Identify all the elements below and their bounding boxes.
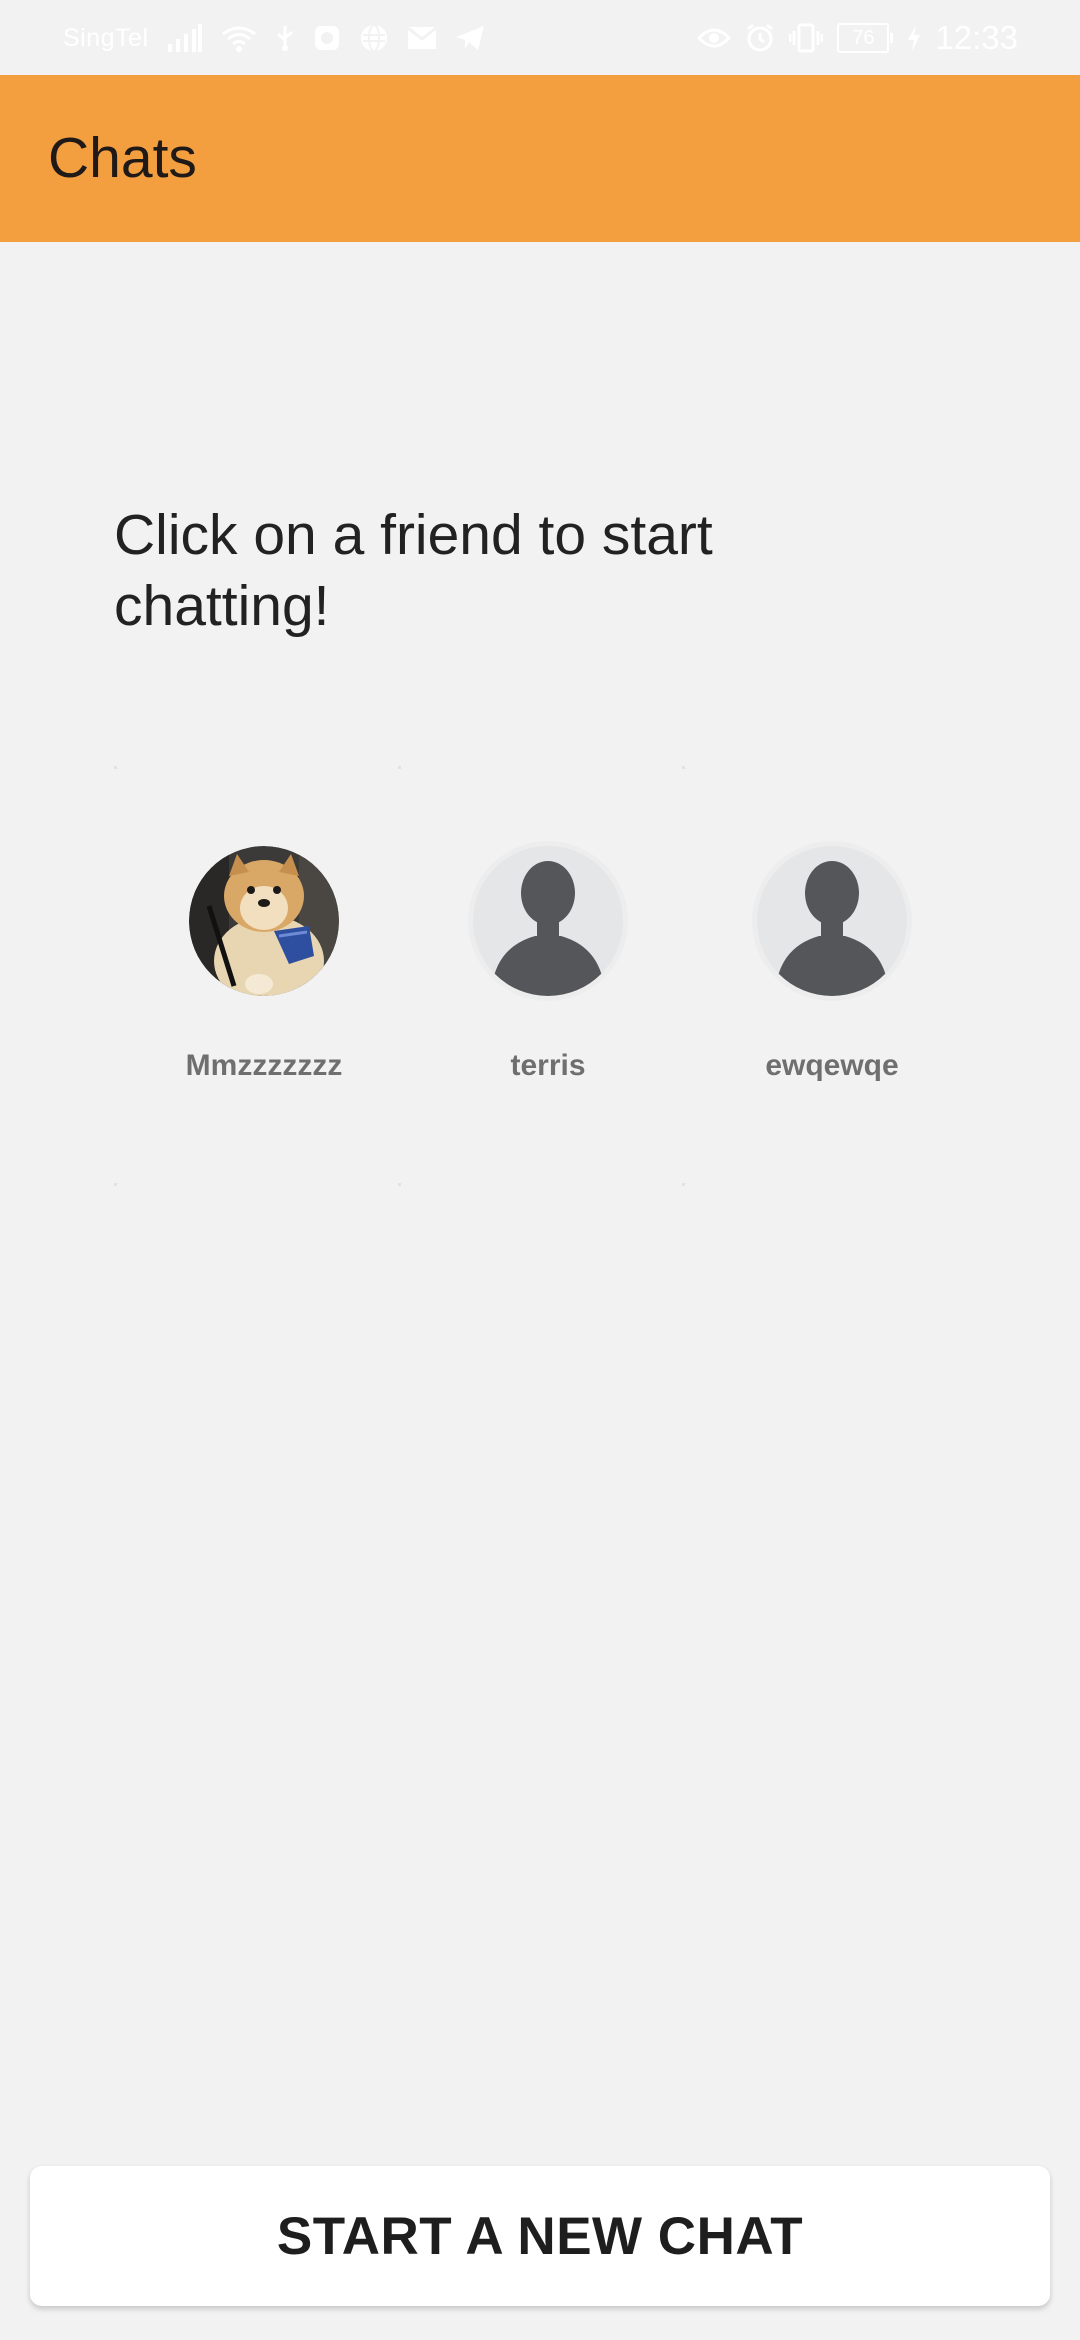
signal-icon [167, 24, 203, 52]
friend-name: Mmzzzzzzz [185, 1049, 343, 1082]
battery-tip [890, 33, 894, 43]
friend-item[interactable]: terris [398, 766, 682, 1186]
grid-divider-dot [114, 1183, 117, 1186]
wifi-icon [221, 24, 257, 52]
status-right: 76 12:33 [697, 19, 1018, 56]
app-bar: Chats [0, 75, 1080, 242]
avatar[interactable] [473, 846, 623, 996]
grid-divider-dot [114, 766, 117, 769]
grid-divider-dot [398, 1183, 401, 1186]
usb-icon [275, 24, 295, 52]
telegram-icon [455, 25, 485, 51]
globe-icon [359, 23, 389, 53]
eye-icon [697, 26, 732, 50]
default-person-icon [491, 861, 605, 996]
default-person-icon [775, 861, 889, 996]
friend-grid: Mmzzzzzzz terris ewqewqe [114, 766, 966, 1186]
grid-divider-dot [398, 766, 401, 769]
clock: 12:33 [935, 19, 1018, 56]
battery-icon: 76 [837, 23, 894, 53]
friend-item[interactable]: ewqewqe [682, 766, 966, 1186]
alarm-icon [745, 23, 775, 53]
start-new-chat-button[interactable]: START A NEW CHAT [30, 2166, 1050, 2306]
app-notification-icon [313, 24, 341, 52]
page-title: Chats [48, 126, 197, 190]
status-left: SingTel [63, 21, 485, 55]
friend-name: terris [510, 1049, 586, 1082]
battery-level: 76 [837, 23, 890, 53]
status-bar: SingTel 76 12:33 [0, 0, 1080, 75]
charging-icon [907, 24, 921, 52]
avatar[interactable] [189, 846, 339, 996]
mail-icon [406, 26, 437, 50]
carrier-name: SingTel [63, 23, 149, 52]
vibrate-icon [789, 23, 824, 53]
chat-prompt: Click on a friend to start chatting! [114, 503, 713, 638]
dog-avatar-icon [189, 846, 339, 996]
friend-name: ewqewqe [765, 1049, 899, 1082]
avatar[interactable] [757, 846, 907, 996]
grid-divider-dot [682, 1183, 685, 1186]
start-new-chat-label: START A NEW CHAT [276, 2206, 804, 2266]
friend-item[interactable]: Mmzzzzzzz [114, 766, 398, 1186]
grid-divider-dot [682, 766, 685, 769]
